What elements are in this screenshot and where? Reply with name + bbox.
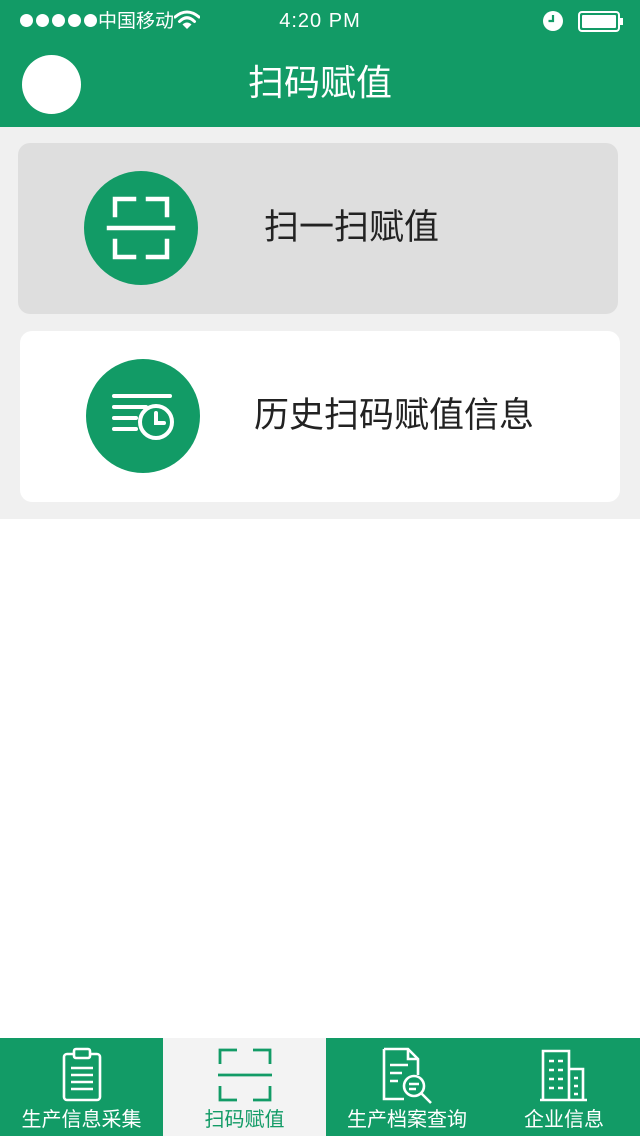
content-area: 扫一扫赋值 历史扫码赋值信息 bbox=[0, 127, 640, 519]
tab-label: 生产档案查询 bbox=[347, 1107, 467, 1131]
history-list-clock-icon bbox=[86, 359, 200, 473]
battery-icon bbox=[578, 11, 623, 32]
tab-scan-assign[interactable]: 扫码赋值 bbox=[163, 1038, 326, 1136]
scan-icon bbox=[84, 171, 198, 285]
status-bar: 中国移动 4:20 PM bbox=[0, 0, 640, 42]
tab-archive-search[interactable]: 生产档案查询 bbox=[326, 1038, 488, 1136]
building-icon bbox=[540, 1049, 587, 1102]
history-card[interactable]: 历史扫码赋值信息 bbox=[20, 331, 620, 502]
tab-production-info[interactable]: 生产信息采集 bbox=[0, 1038, 163, 1136]
tab-label: 扫码赋值 bbox=[204, 1107, 285, 1131]
tab-label: 企业信息 bbox=[524, 1107, 604, 1131]
scan-icon bbox=[217, 1048, 272, 1102]
alarm-clock-icon bbox=[543, 11, 563, 31]
scan-assign-card[interactable]: 扫一扫赋值 bbox=[18, 143, 618, 314]
card-label: 历史扫码赋值信息 bbox=[254, 396, 535, 436]
document-search-icon bbox=[382, 1047, 432, 1104]
clipboard-icon bbox=[62, 1047, 101, 1102]
tab-company-info[interactable]: 企业信息 bbox=[488, 1038, 640, 1136]
tab-bar: 生产信息采集 扫码赋值 生产档案查询 企业信息 bbox=[0, 1038, 640, 1136]
tab-label: 生产信息采集 bbox=[21, 1107, 142, 1131]
page-title: 扫码赋值 bbox=[247, 63, 392, 104]
header: 中国移动 4:20 PM 扫码赋值 bbox=[0, 0, 640, 127]
card-label: 扫一扫赋值 bbox=[264, 208, 440, 248]
screen: 中国移动 4:20 PM 扫码赋值 扫一扫赋值 历史扫码赋值信息 生产信息采集 … bbox=[0, 0, 640, 1136]
